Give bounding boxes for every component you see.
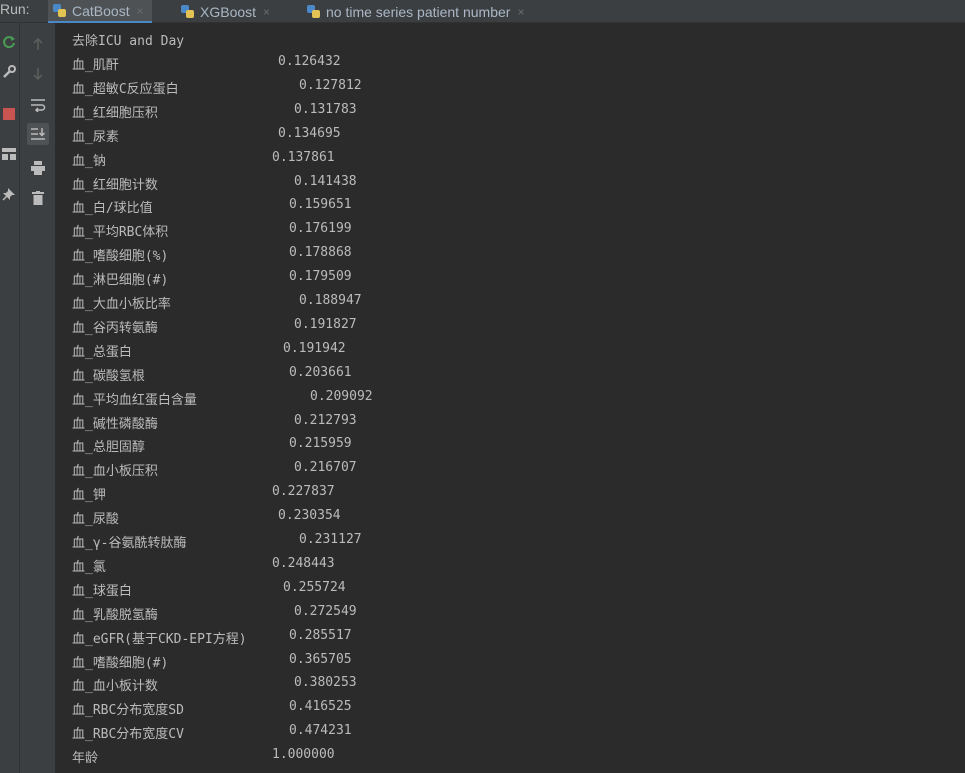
feature-value: 0.176199 <box>289 221 352 237</box>
feature-value: 0.474231 <box>289 723 352 739</box>
pin-icon[interactable] <box>0 185 18 203</box>
feature-name: 血_血小板计数 <box>72 679 158 695</box>
run-toolbar-inner <box>20 23 56 773</box>
feature-name: 血_平均RBC体积 <box>72 225 169 241</box>
feature-value: 0.231127 <box>299 532 362 547</box>
feature-name: 血_RBC分布宽度CV <box>72 727 184 743</box>
feature-name: 血_钠 <box>72 153 106 169</box>
down-arrow-icon[interactable] <box>29 65 47 83</box>
feature-value: 0.227837 <box>272 484 335 500</box>
feature-name: 血_乳酸脱氢酶 <box>72 607 158 623</box>
feature-value: 0.126432 <box>278 54 341 69</box>
stop-icon[interactable] <box>0 105 18 123</box>
feature-value: 0.416525 <box>289 699 352 715</box>
tab-label: no time series patient number <box>326 3 511 20</box>
feature-value: 0.203661 <box>289 364 352 380</box>
feature-value: 0.127812 <box>299 77 362 93</box>
close-icon[interactable]: × <box>517 5 524 19</box>
tab-catboost[interactable]: CatBoost × <box>48 0 152 23</box>
feature-value: 0.230354 <box>278 508 341 524</box>
feature-value: 0.285517 <box>289 627 352 643</box>
feature-name: 血_球蛋白 <box>72 583 132 599</box>
feature-value: 1.000000 <box>272 747 335 763</box>
feature-name: 血_大血小板比率 <box>72 297 171 312</box>
feature-value: 0.380253 <box>294 675 357 691</box>
feature-name: 血_尿酸 <box>72 512 119 528</box>
feature-name: 血_红细胞计数 <box>72 177 158 193</box>
scroll-to-end-icon[interactable] <box>27 123 49 145</box>
feature-name: 血_γ-谷氨酰转肽酶 <box>72 536 187 551</box>
feature-name: 血_红细胞压积 <box>72 105 158 121</box>
feature-value: 0.212793 <box>294 412 357 428</box>
feature-value: 0.178868 <box>289 245 352 261</box>
tab-label: CatBoost <box>72 2 130 19</box>
feature-value: 0.131783 <box>294 101 357 117</box>
feature-name: 血_平均血红蛋白含量 <box>72 392 197 408</box>
feature-value: 0.188947 <box>299 293 362 308</box>
feature-name: 血_总蛋白 <box>72 344 132 360</box>
run-tab-bar: Run: CatBoost × XGBoost × no time series… <box>0 0 965 23</box>
print-icon[interactable] <box>29 159 47 177</box>
feature-name: 血_碳酸氢根 <box>72 368 145 384</box>
feature-value: 0.255724 <box>283 579 346 595</box>
feature-name: 血_白/球比值 <box>72 201 153 217</box>
feature-name: 血_肌酐 <box>72 58 119 73</box>
feature-value: 0.141438 <box>294 173 357 189</box>
feature-value: 0.272549 <box>294 603 357 619</box>
feature-name: 年龄 <box>72 751 99 767</box>
run-toolbar-outer <box>0 23 20 773</box>
feature-name: 血_超敏C反应蛋白 <box>72 81 179 97</box>
console-title-line: 去除ICU and Day <box>72 34 185 49</box>
python-icon <box>306 4 321 19</box>
up-arrow-icon[interactable] <box>29 35 47 53</box>
feature-value: 0.365705 <box>289 651 352 667</box>
feature-name: 血_RBC分布宽度SD <box>72 703 184 719</box>
feature-name: 血_淋巴细胞(#) <box>72 273 169 289</box>
feature-name: 血_嗜酸细胞(%) <box>72 249 169 265</box>
trash-icon[interactable] <box>29 189 47 207</box>
feature-value: 0.215959 <box>289 436 352 452</box>
feature-name: 血_血小板压积 <box>72 464 158 480</box>
feature-value: 0.191942 <box>283 340 346 356</box>
feature-name: 血_钾 <box>72 488 106 504</box>
python-icon <box>52 3 67 18</box>
feature-value: 0.137861 <box>272 149 335 165</box>
feature-name: 血_尿素 <box>72 129 119 145</box>
feature-value: 0.179509 <box>289 269 352 285</box>
run-label: Run: <box>0 1 30 17</box>
feature-value: 0.209092 <box>310 388 373 404</box>
feature-value: 0.159651 <box>289 197 352 213</box>
feature-name: 血_总胆固醇 <box>72 440 145 456</box>
layout-icon[interactable] <box>0 145 18 163</box>
tab-label: XGBoost <box>200 3 257 20</box>
python-icon <box>180 4 195 19</box>
close-icon[interactable]: × <box>137 4 144 18</box>
feature-value: 0.134695 <box>278 125 341 141</box>
wrench-icon[interactable] <box>0 63 18 81</box>
feature-name: 血_嗜酸细胞(#) <box>72 655 169 671</box>
rerun-icon[interactable] <box>0 33 18 51</box>
soft-wrap-icon[interactable] <box>29 96 47 114</box>
feature-value: 0.216707 <box>294 460 357 476</box>
feature-name: 血_碱性磷酸酶 <box>72 416 158 432</box>
close-icon[interactable]: × <box>263 5 270 19</box>
tab-xgboost[interactable]: XGBoost × <box>176 0 278 23</box>
feature-value: 0.248443 <box>272 555 335 571</box>
feature-value: 0.191827 <box>294 316 357 332</box>
feature-name: 血_谷丙转氨酶 <box>72 320 158 336</box>
feature-name: 血_eGFR(基于CKD-EPI方程) <box>72 631 247 647</box>
feature-name: 血_氯 <box>72 559 106 575</box>
tab-no-time-series-patient-number[interactable]: no time series patient number × <box>302 0 532 23</box>
